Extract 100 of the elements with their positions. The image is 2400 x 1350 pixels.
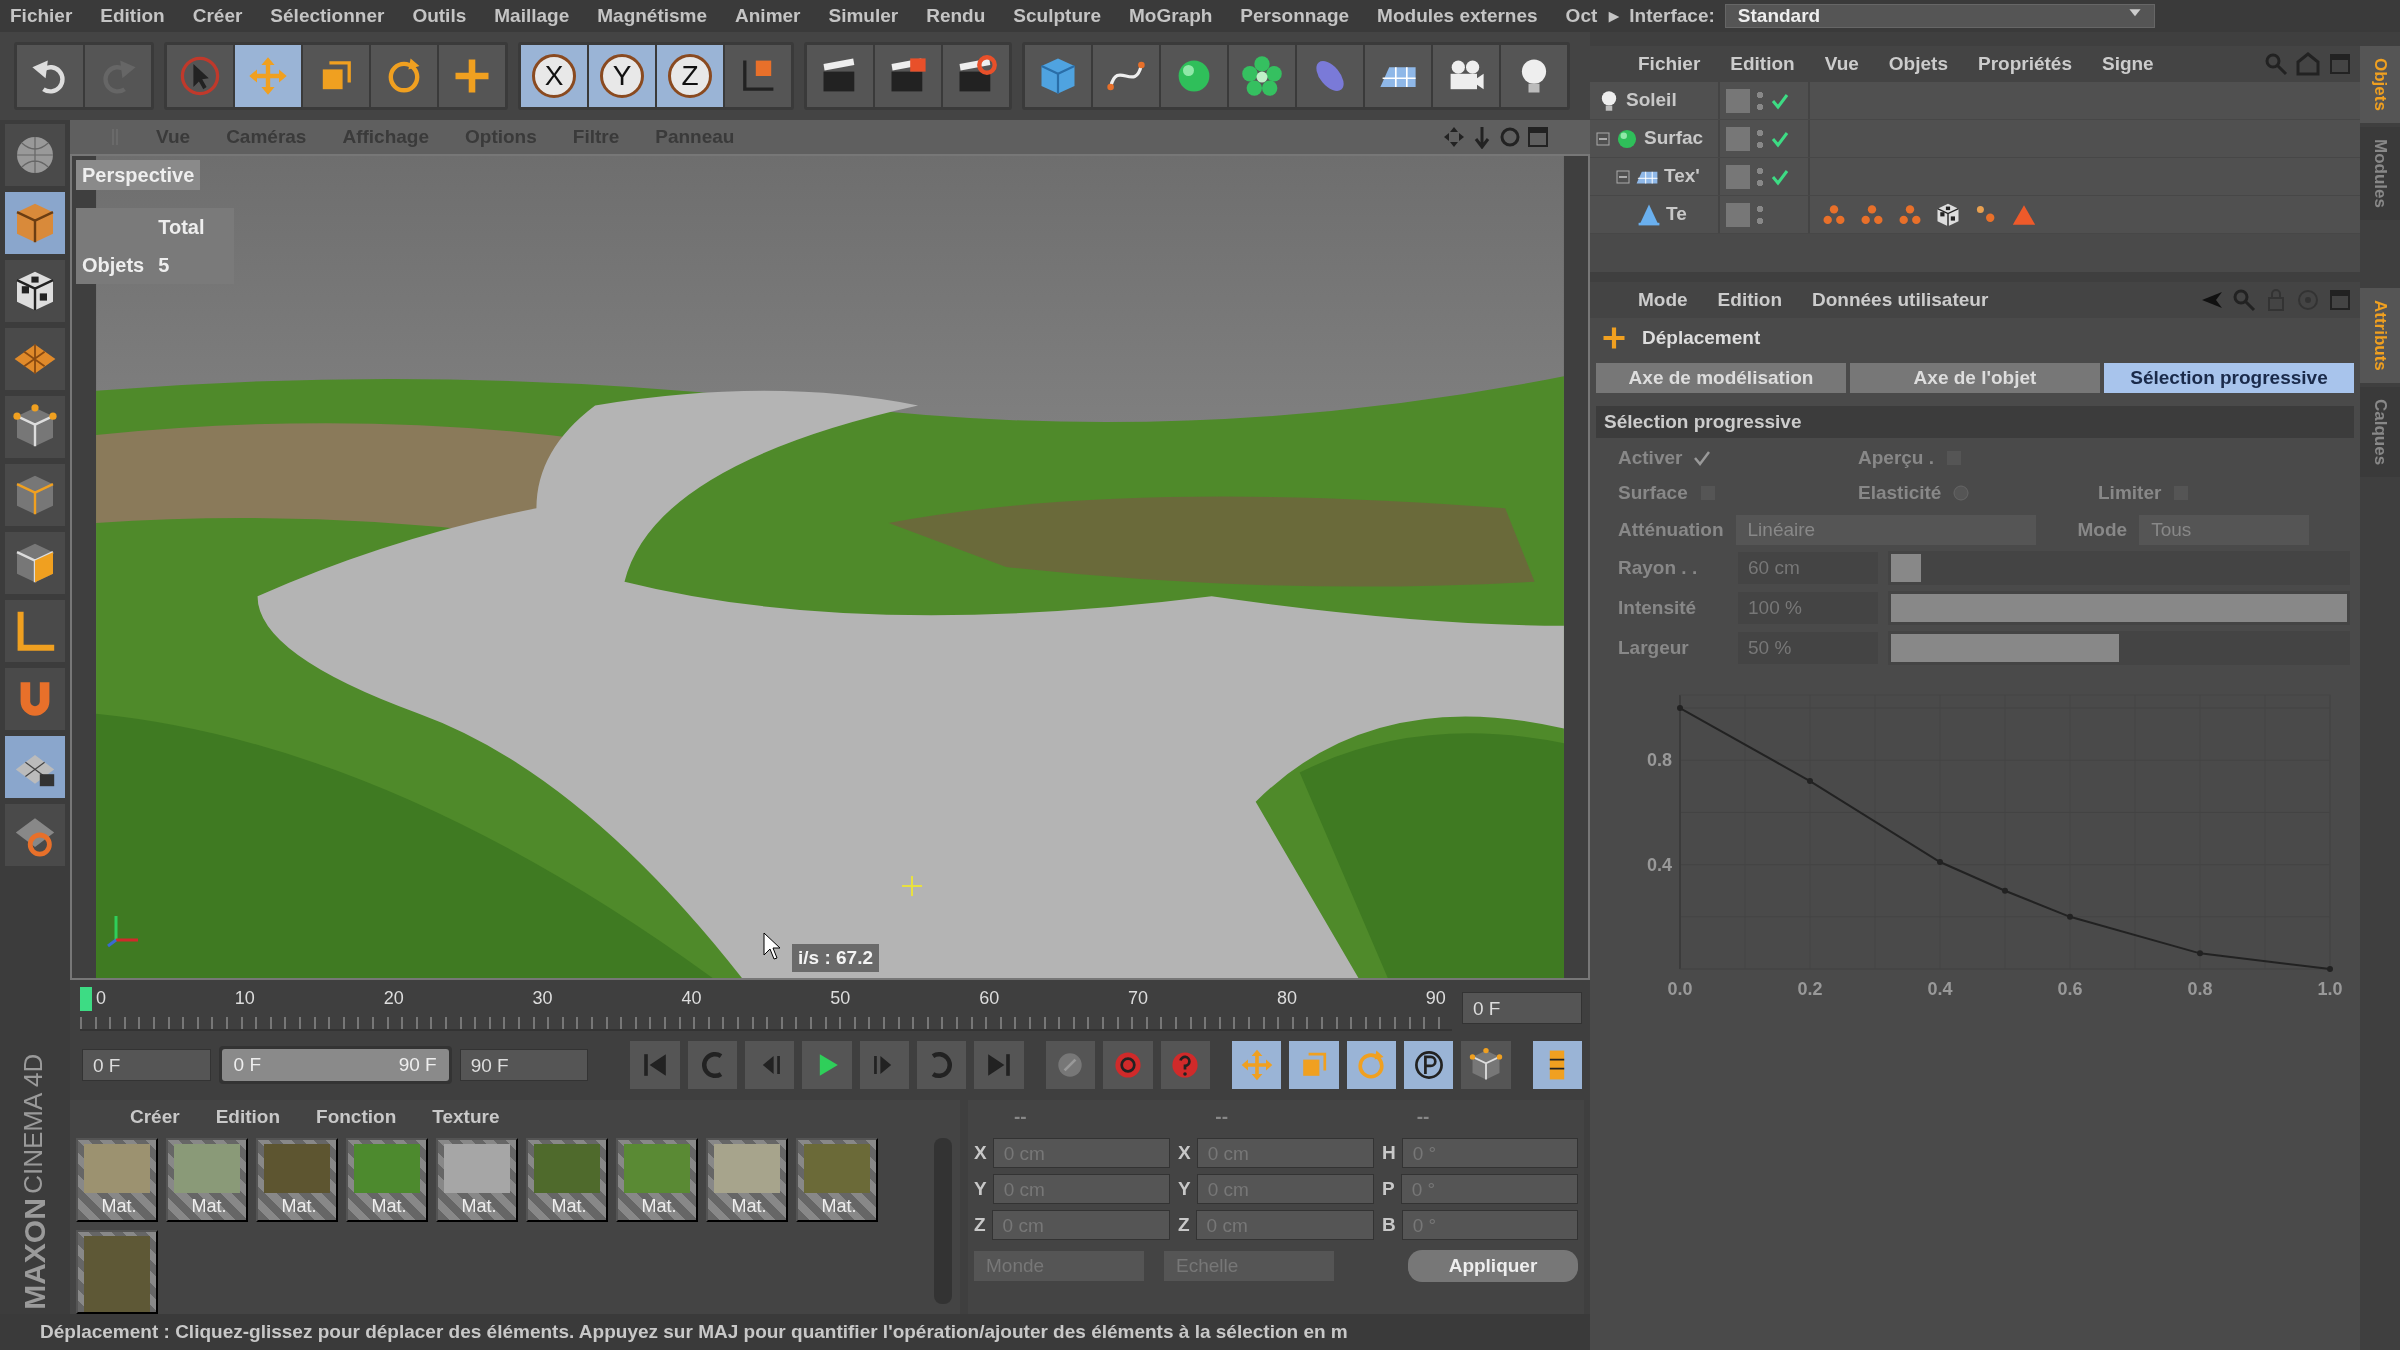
undo-button[interactable] [17,45,83,107]
play-button[interactable] [802,1041,852,1089]
generator-button[interactable] [1161,45,1227,107]
menu-item[interactable]: Propriétés [1977,49,2072,79]
material-thumbnail[interactable]: Mat. [796,1138,878,1222]
add-button[interactable] [439,45,505,107]
axis-lock-button[interactable]: X [521,45,587,107]
frame-field[interactable]: 0 F [1462,992,1582,1024]
curve-point[interactable] [2327,966,2333,972]
object-name[interactable]: Tex' [1664,162,1700,191]
tab[interactable]: Axe de modélisation [1596,363,1846,393]
menu-item[interactable]: Rendu [926,1,986,31]
menu-item[interactable]: Outils [412,1,467,31]
curve-point[interactable] [1807,778,1813,785]
side-tab[interactable]: Modules [2360,126,2400,220]
material-thumbnail[interactable] [76,1230,158,1314]
record-button[interactable] [1103,1041,1153,1089]
material-thumbnail[interactable]: Mat. [526,1138,608,1222]
menu-item[interactable]: Créer [130,1102,180,1132]
material-thumbnail[interactable]: Mat. [346,1138,428,1222]
menu-item[interactable]: Animer [735,1,801,31]
menu-item[interactable]: Objets [1888,49,1948,79]
curve-point[interactable] [2002,887,2008,894]
axis-lock-button[interactable]: Z [657,45,723,107]
visibility-toggle[interactable] [1726,202,1750,227]
side-tab[interactable]: Objets [2360,46,2400,123]
menu-item[interactable]: Texture [432,1102,500,1132]
menu-item[interactable]: Mode [1638,285,1688,315]
interface-dropdown[interactable]: Standard [1724,4,2155,28]
visibility-toggle[interactable] [1726,126,1750,151]
side-tab[interactable]: Calques [2360,386,2400,477]
menu-item[interactable]: Maillage [494,1,570,31]
object-row[interactable]: Surfac [1590,120,2360,158]
menu-item[interactable]: Magnétisme [597,1,708,31]
material-thumbnail[interactable]: Mat. [256,1138,338,1222]
menu-item[interactable]: Oct [1565,1,1598,31]
object-row[interactable]: Tex' [1590,158,2360,196]
mode-button[interactable] [5,532,65,594]
slider-track[interactable] [1888,551,2350,585]
mode-button[interactable] [5,396,65,458]
param-button[interactable] [1403,1041,1454,1089]
timeline-button[interactable] [1532,1041,1582,1089]
first-button[interactable] [630,1041,680,1089]
material-thumbnail[interactable]: Mat. [706,1138,788,1222]
loop-button[interactable] [917,1041,967,1089]
menu-item[interactable]: Simuler [828,1,899,31]
loop-back-button[interactable] [687,1041,737,1089]
object-row[interactable]: Te [1590,196,2360,234]
last-button[interactable] [974,1041,1024,1089]
menu-item[interactable]: Signe [2101,49,2154,79]
end-frame-field[interactable]: 90 F [459,1049,589,1081]
prev-key-button[interactable] [745,1041,795,1089]
visibility-toggle[interactable] [1726,88,1750,113]
slider-fill[interactable] [1891,634,2119,662]
spline-button[interactable] [1093,45,1159,107]
menu-item[interactable]: Edition [100,1,165,31]
curve-point[interactable] [1677,705,1683,712]
cube-button[interactable] [1025,45,1091,107]
menu-item[interactable]: Fonction [316,1102,397,1132]
menu-item[interactable]: MoGraph [1128,1,1213,31]
tab[interactable]: Axe de l'objet [1850,363,2100,393]
camera-button[interactable] [1433,45,1499,107]
menu-item[interactable]: Fichier [1638,49,1701,79]
visibility-toggle[interactable] [1726,164,1750,189]
timeline-ruler[interactable]: 0 10 20 30 40 50 60 70 80 90 [80,985,1452,1031]
axis-lock-button[interactable]: Y [589,45,655,107]
material-thumbnail[interactable]: Mat. [166,1138,248,1222]
coords-button[interactable] [725,45,791,107]
material-thumbnail[interactable]: Mat. [436,1138,518,1222]
slider-fill[interactable] [1891,554,1921,582]
menu-item[interactable]: Créer [192,1,243,31]
menu-item[interactable]: Edition [1730,49,1795,79]
mode-button[interactable] [5,736,65,798]
object-name[interactable]: Surfac [1644,124,1704,153]
menu-item[interactable]: Edition [1717,285,1782,315]
keyframe-button[interactable] [1045,1041,1096,1089]
move-button[interactable] [1231,1041,1282,1089]
menu-item[interactable]: Personnage [1240,1,1350,31]
points-button[interactable] [1461,1041,1511,1089]
start-frame-field[interactable]: 0 F [82,1049,211,1081]
render-button[interactable] [807,45,873,107]
next-key-button[interactable] [859,1041,910,1089]
object-name[interactable]: Soleil [1626,86,1677,115]
mode-button[interactable] [5,260,65,322]
tab[interactable]: Sélection progressive [2104,363,2354,393]
side-tab[interactable]: Attributs [2360,287,2400,383]
curve-point[interactable] [2067,913,2073,920]
menu-item[interactable]: Sélectionner [270,1,385,31]
light-button[interactable] [1501,45,1567,107]
render-settings-button[interactable] [943,45,1009,107]
curve-point[interactable] [2197,950,2203,957]
select-button[interactable] [167,45,233,107]
scale-button[interactable] [303,45,369,107]
menu-item[interactable]: Edition [215,1102,281,1132]
menu-item[interactable]: Données utilisateur [1812,285,1989,315]
material-thumbnail[interactable]: Mat. [616,1138,698,1222]
rotate-button[interactable] [371,45,437,107]
menu-item[interactable]: Fichier [10,1,73,31]
menu-item[interactable]: Sculpture [1013,1,1101,31]
object-name[interactable]: Te [1666,200,1687,229]
